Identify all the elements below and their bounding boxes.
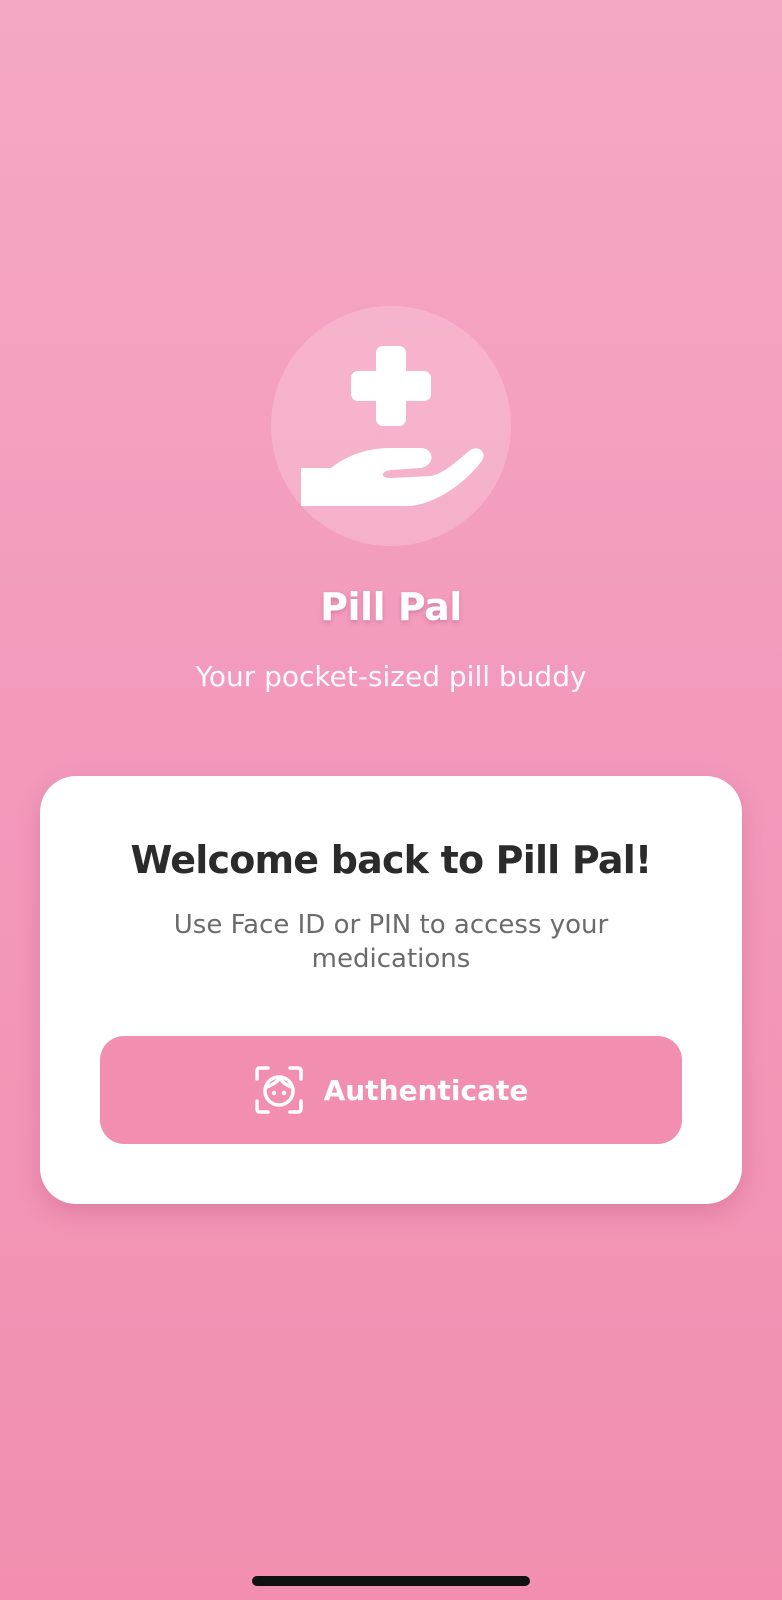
authenticate-button[interactable]: Authenticate <box>100 1036 682 1144</box>
app-title: Pill Pal <box>320 585 462 629</box>
login-screen: Pill Pal Your pocket-sized pill buddy We… <box>0 0 782 1600</box>
app-logo <box>271 306 511 546</box>
hand-holding-medical-icon <box>301 346 484 506</box>
authenticate-label: Authenticate <box>323 1073 529 1107</box>
face-id-icon <box>254 1066 303 1114</box>
home-indicator[interactable] <box>252 1576 530 1586</box>
login-card: Welcome back to Pill Pal! Use Face ID or… <box>40 776 742 1204</box>
app-tagline: Your pocket-sized pill buddy <box>195 660 587 693</box>
welcome-title: Welcome back to Pill Pal! <box>130 838 653 882</box>
welcome-subtitle: Use Face ID or PIN to access your medica… <box>173 910 609 974</box>
